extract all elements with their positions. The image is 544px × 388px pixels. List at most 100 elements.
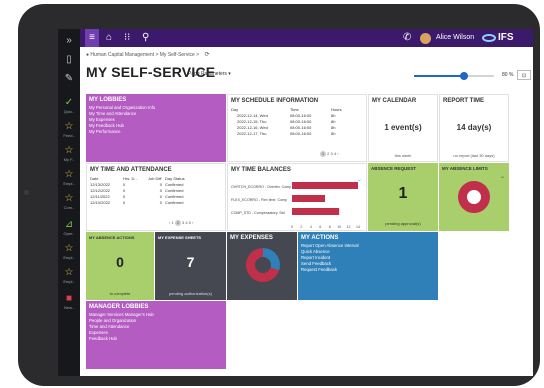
category-label: FLEX_ECORRO - Flex time. Comp (231, 198, 287, 202)
balance-bar[interactable] (292, 182, 358, 189)
page-button[interactable]: 3 (182, 220, 184, 225)
star-icon[interactable]: ☆ (58, 193, 80, 204)
tile-my-absence-actions[interactable]: MY ABSENCE ACTIONS 0 to complete (86, 232, 154, 300)
next-page-button[interactable]: › (192, 220, 193, 225)
tile-my-calendar[interactable]: MY CALENDAR 1 event(s) this week (368, 94, 438, 162)
page-button[interactable]: 1 (171, 220, 173, 225)
rail-label: My F.. (63, 157, 75, 162)
tile-title: MY ACTIONS (301, 235, 339, 241)
table-cell: 0 (159, 200, 162, 205)
zoom-options-button[interactable]: ⊡ (517, 70, 531, 80)
rail-label: Com.. (63, 205, 75, 210)
tile-title: MY ABSENCE ACTIONS (89, 235, 135, 240)
tile-my-expense-sheets[interactable]: MY EXPENSE SHEETS 7 pending authorizatio… (155, 232, 226, 300)
tile-my-lobbies[interactable]: MY LOBBIES My Personal and Organization … (86, 94, 226, 162)
expand-nav-icon[interactable]: » (58, 35, 80, 46)
home-icon[interactable]: ⌂ (106, 29, 112, 47)
absence-limits-donut (458, 181, 490, 213)
bookmark-icon[interactable]: ▯ (58, 54, 80, 65)
manager-lobbies-list: Manager Services Manager's Hub People an… (86, 312, 226, 342)
edit-icon[interactable]: ✎ (58, 73, 80, 84)
tile-manager-lobbies[interactable]: MANAGER LOBBIES Manager Services Manager… (86, 301, 226, 369)
user-name[interactable]: Alice Wilson (436, 29, 474, 47)
lobbies-list: My Personal and Organization Info My Tim… (86, 105, 226, 135)
tile-title: ABSENCE REQUEST (371, 166, 417, 171)
breadcrumb-text[interactable]: Human Capital Management > My Self-Servi… (90, 52, 199, 58)
menu-icon[interactable]: ≡ (85, 29, 99, 47)
avatar[interactable] (420, 33, 431, 44)
star-icon[interactable]: ☆ (58, 145, 80, 156)
page-button[interactable]: 4 (334, 151, 336, 156)
brand-logo: IFS (498, 32, 514, 43)
time-balances-chart: OVRTCH_ECORRO - Overtim. Comp FLEX_ECORRO… (231, 182, 360, 229)
zoom-value: 80 % (502, 72, 514, 78)
tick-label: 2 (300, 225, 302, 229)
zoom-slider-knob[interactable] (459, 72, 468, 80)
tile-report-time[interactable]: REPORT TIME 14 day(s) no report (last 30… (439, 94, 509, 162)
check-icon[interactable]: ✓ (58, 97, 80, 108)
tick-label: 0 (291, 225, 293, 229)
tile-title: MY LOBBIES (89, 97, 127, 103)
tablet-frame: » ▯ ✎ ✓ Quic.. ☆ Feed.. ☆ My F.. ☆ Empl.… (18, 4, 540, 386)
star-icon[interactable]: ☆ (58, 121, 80, 132)
page-button[interactable]: 3 (330, 151, 332, 156)
absence-actions-sub: to complete (109, 291, 131, 296)
calendar-value: 1 event(s) (384, 123, 422, 132)
tile-my-time-attendance[interactable]: MY TIME AND ATTENDANCE Date Hrs. D... Jo… (86, 163, 226, 231)
tile-title: REPORT TIME (443, 98, 485, 104)
refresh-icon[interactable]: ⟳ (204, 52, 209, 58)
tile-absence-request[interactable]: ABSENCE REQUEST 1 pending approval(s) (368, 163, 438, 231)
breadcrumb: ● Human Capital Management > My Self-Ser… (86, 51, 210, 58)
balance-bar[interactable] (292, 195, 325, 202)
calendar-sub: this week (394, 153, 412, 158)
star-icon[interactable]: ☆ (58, 243, 80, 254)
table-cell: 8h (331, 131, 336, 136)
page-button[interactable]: 4 (185, 220, 187, 225)
tile-my-expenses[interactable]: MY EXPENSES (227, 232, 297, 300)
tile-title: MANAGER LOBBIES (89, 304, 149, 310)
tile-my-absence-limits[interactable]: MY ABSENCE LIMITS ⌄ (439, 163, 509, 231)
home-dot-icon[interactable]: ● (86, 52, 89, 58)
zoom-slider[interactable] (414, 72, 494, 80)
tile-title: MY TIME BALANCES (231, 167, 291, 173)
tile-my-time-balances[interactable]: MY TIME BALANCES ⌄ OVRTCH_ECORRO - Overt… (227, 163, 367, 231)
table-row[interactable]: 2022-12-17, Thu 08:00-16:00 8h (231, 131, 345, 137)
list-item[interactable]: Request Feedback (298, 267, 438, 273)
ifs-logo-icon (482, 34, 496, 42)
star-icon[interactable]: ☆ (58, 169, 80, 180)
actions-list: Report Open Absence Interval Quick Absen… (298, 243, 438, 273)
apps-grid-icon[interactable]: ⁝⁝ (124, 29, 130, 47)
table-cell: 12/10/2022 (90, 200, 111, 205)
rail-label: New.. (63, 305, 74, 310)
phone-icon[interactable]: ✆ (403, 29, 411, 47)
category-label: OVRTCH_ECORRO - Overtim. Comp (231, 185, 291, 189)
star-icon[interactable]: ☆ (58, 267, 80, 278)
page-parameters-button[interactable]: Page Parameters ▾ (188, 71, 231, 77)
chart-icon[interactable]: ⊿ (58, 219, 80, 230)
search-icon[interactable]: ⚲ (142, 29, 149, 47)
car-icon[interactable]: ■ (58, 293, 80, 304)
page-button[interactable]: 1 (320, 151, 326, 157)
balance-bar[interactable] (292, 208, 340, 215)
next-page-button[interactable]: › (337, 151, 338, 156)
list-item[interactable]: Feedback Hub (86, 336, 226, 342)
report-value: 14 day(s) (456, 123, 492, 132)
tick-label: 6 (319, 225, 321, 229)
tile-title: MY CALENDAR (372, 98, 417, 104)
tile-title: MY EXPENSE SHEETS (158, 235, 202, 240)
tile-title: MY TIME AND ATTENDANCE (90, 167, 172, 173)
page-button[interactable]: 5 (189, 220, 191, 225)
tile-my-schedule[interactable]: MY SCHEDULE INFORMATION Day Time Hours 2… (227, 94, 367, 162)
page-button[interactable]: 2 (174, 220, 181, 226)
tile-title: MY EXPENSES (230, 235, 273, 241)
table-row[interactable]: 12/10/2022 0 0 Confirmed (90, 200, 188, 206)
top-bar: ≡ ⌂ ⁝⁝ ⚲ ✆ Alice Wilson IFS (80, 29, 533, 47)
schedule-pager: 1 2 3 4 › (320, 151, 339, 157)
chevron-down-icon[interactable]: ⌄ (500, 173, 505, 180)
tick-label: 14 (356, 225, 360, 229)
navigation-rail: » ▯ ✎ ✓ Quic.. ☆ Feed.. ☆ My F.. ☆ Empl.… (58, 29, 80, 376)
absence-request-value: 1 (398, 185, 408, 202)
tile-my-actions[interactable]: MY ACTIONS Report Open Absence Interval … (298, 232, 438, 300)
list-item[interactable]: My Performance (86, 129, 226, 135)
rail-label: Empl.. (63, 279, 75, 284)
